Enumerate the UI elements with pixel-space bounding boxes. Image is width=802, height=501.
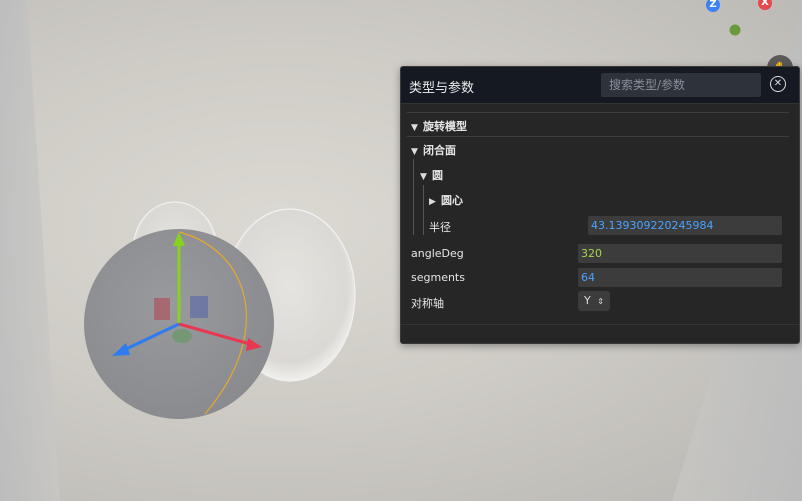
angle-deg-field[interactable]: 320: [578, 244, 782, 263]
section-circle[interactable]: ▼ 圆: [420, 167, 443, 183]
divider: [407, 112, 789, 113]
chevron-down-icon: ▼: [411, 147, 418, 157]
chevron-down-icon: ▼: [420, 172, 427, 182]
search-input[interactable]: [601, 73, 761, 97]
panel-title: 类型与参数: [409, 81, 475, 96]
symmetry-axis-select[interactable]: Y ⇕: [578, 291, 610, 311]
divider: [407, 136, 789, 137]
symmetry-axis-label: 对称轴: [411, 297, 444, 310]
axis-y-dot: [729, 24, 741, 36]
section-rotate-model-label: 旋转模型: [423, 120, 467, 133]
angle-deg-label: angleDeg: [411, 247, 464, 260]
chevron-down-icon: ▼: [411, 123, 418, 133]
section-rotate-model[interactable]: ▼ 旋转模型: [411, 118, 467, 134]
select-arrows-icon: ⇕: [597, 297, 604, 306]
radius-label: 半径: [429, 221, 451, 234]
section-closed-surface[interactable]: ▼ 闭合面: [411, 142, 456, 158]
segments-label: segments: [411, 271, 465, 284]
section-center[interactable]: ▶ 圆心: [429, 192, 463, 208]
divider: [401, 324, 799, 325]
section-closed-surface-label: 闭合面: [423, 144, 456, 157]
tree-line: [413, 159, 414, 235]
segments-field[interactable]: 64: [578, 268, 782, 287]
chevron-right-icon: ▶: [429, 197, 436, 207]
close-icon[interactable]: ✕: [770, 76, 786, 92]
tree-line: [423, 185, 424, 235]
radius-field[interactable]: 43.139309220245984: [588, 216, 782, 235]
type-params-panel: 类型与参数 ✕ ▼旋转模型 ▼闭合面 ▼圆 ▶圆心 半径 43.13930922…: [400, 66, 800, 344]
symmetry-axis-value: Y: [584, 294, 591, 307]
section-center-label: 圆心: [441, 194, 463, 207]
panel-header: 类型与参数 ✕: [401, 67, 799, 104]
section-circle-label: 圆: [432, 169, 443, 182]
